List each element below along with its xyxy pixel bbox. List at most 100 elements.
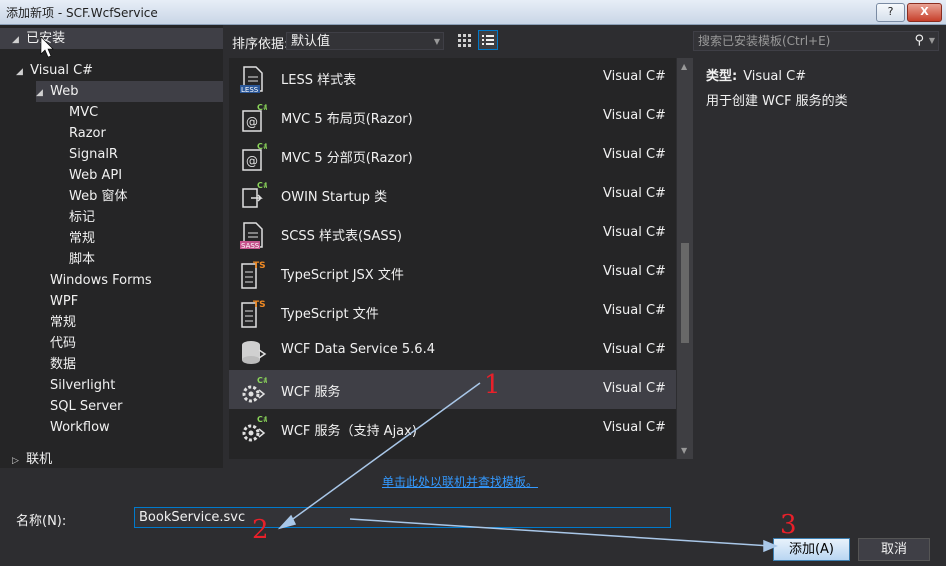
tree-item-category[interactable]: 常规 xyxy=(50,312,76,333)
sass-file-icon: SASS xyxy=(239,219,267,250)
tree-item-category[interactable]: WPF xyxy=(50,291,78,312)
tree-item-web-child[interactable]: Razor xyxy=(69,123,106,144)
template-item[interactable]: LESS LESS 样式表 Visual C# xyxy=(229,58,676,97)
wcf-service-icon: C# xyxy=(239,375,270,405)
template-language: Visual C# xyxy=(603,303,666,318)
search-icon[interactable]: ⚲ xyxy=(914,32,924,50)
tree-item-web[interactable]: ◢ Web xyxy=(36,81,223,102)
category-tree: ◢ 已安装 ◢ Visual C# ◢ Web MVC Razor SignalR W… xyxy=(0,25,223,468)
tree-item-category[interactable]: 代码 xyxy=(50,333,76,354)
template-item[interactable]: WCF Data Service 5.6.4 Visual C# xyxy=(229,331,676,370)
expand-arrow-icon: ◢ xyxy=(16,67,23,77)
template-item[interactable]: C# WCF 服务（支持 Ajax) Visual C# xyxy=(229,409,676,448)
svg-text:@: @ xyxy=(246,154,258,168)
template-language: Visual C# xyxy=(603,264,666,279)
wcf-service-icon: C# xyxy=(239,414,270,444)
razor-file-icon: @ C# xyxy=(239,102,270,132)
tree-item-category[interactable]: 数据 xyxy=(50,354,76,375)
scrollbar-thumb[interactable] xyxy=(681,243,689,343)
tree-item-web-child[interactable]: Web API xyxy=(69,165,122,186)
grid-view-button[interactable] xyxy=(454,30,474,50)
tree-item-category[interactable]: Workflow xyxy=(50,417,110,438)
svg-text:SASS: SASS xyxy=(241,242,260,250)
tree-item-installed[interactable]: ◢ 已安装 xyxy=(0,28,223,49)
search-input[interactable]: 搜索已安装模板(Ctrl+E) ⚲ ▼ xyxy=(693,31,939,51)
tree-item-web-child[interactable]: Web 窗体 xyxy=(69,186,127,207)
tree-item-web-child[interactable]: SignalR xyxy=(69,144,118,165)
list-view-button[interactable] xyxy=(478,30,498,50)
details-pane: 类型: Visual C# 用于创建 WCF 服务的类 xyxy=(698,58,943,459)
collapsed-arrow-icon: ▷ xyxy=(12,456,19,466)
tree-item-web-child[interactable]: MVC xyxy=(69,102,98,123)
title-bar: 添加新项 - SCF.WcfService ? X xyxy=(0,0,946,25)
template-type: 类型: Visual C# xyxy=(706,69,807,84)
sort-label: 排序依据: xyxy=(232,37,289,52)
template-item[interactable]: SASS SCSS 样式表(SASS) Visual C# xyxy=(229,214,676,253)
less-file-icon: LESS xyxy=(239,63,267,94)
razor-file-icon: @ C# xyxy=(239,141,270,171)
template-name: WCF 服务 xyxy=(281,385,341,400)
cancel-button[interactable]: 取消 xyxy=(858,538,930,561)
template-description: 用于创建 WCF 服务的类 xyxy=(706,94,848,109)
svg-text:C#: C# xyxy=(257,415,267,424)
template-language: Visual C# xyxy=(603,147,666,162)
scroll-down-icon[interactable]: ▼ xyxy=(681,446,687,455)
typescript-file-icon: TS xyxy=(239,297,267,328)
tree-item-category[interactable]: Windows Forms xyxy=(50,270,152,291)
template-language: Visual C# xyxy=(603,225,666,240)
close-button[interactable]: X xyxy=(907,3,942,22)
template-name: TypeScript 文件 xyxy=(281,307,379,322)
annotation-number-1: 1 xyxy=(484,370,501,400)
data-service-icon xyxy=(239,336,267,366)
svg-text:C#: C# xyxy=(257,181,267,190)
svg-text:C#: C# xyxy=(257,103,267,112)
chevron-down-icon: ▼ xyxy=(433,37,440,46)
template-item[interactable]: @ C# MVC 5 布局页(Razor) Visual C# xyxy=(229,97,676,136)
template-name: OWIN Startup 类 xyxy=(281,190,388,205)
name-input[interactable]: BookService.svc xyxy=(134,507,671,528)
template-item[interactable]: C# WCF 服务 Visual C# xyxy=(229,370,676,409)
template-name: WCF Data Service 5.6.4 xyxy=(281,342,435,357)
sort-select[interactable]: 默认值 ▼ xyxy=(286,32,444,50)
tree-item-visual-csharp[interactable]: ◢ Visual C# xyxy=(16,60,93,81)
template-name: WCF 服务（支持 Ajax) xyxy=(281,424,417,439)
template-list: LESS LESS 样式表 Visual C# @ C# MVC 5 布局页(Razor)… xyxy=(229,58,676,459)
grid-view-icon xyxy=(458,34,471,47)
name-label: 名称(N): xyxy=(16,514,67,529)
template-language: Visual C# xyxy=(603,420,666,435)
template-name: MVC 5 布局页(Razor) xyxy=(281,112,413,127)
tree-item-web-child[interactable]: 标记 xyxy=(69,207,95,228)
help-button[interactable]: ? xyxy=(876,3,905,22)
template-name: TypeScript JSX 文件 xyxy=(281,268,404,283)
list-view-icon xyxy=(482,35,494,45)
tree-item-category[interactable]: SQL Server xyxy=(50,396,123,417)
template-language: Visual C# xyxy=(603,342,666,357)
expand-arrow-icon: ◢ xyxy=(12,35,19,45)
template-item[interactable]: @ C# MVC 5 分部页(Razor) Visual C# xyxy=(229,136,676,175)
tree-item-web-child[interactable]: 常规 xyxy=(69,228,95,249)
annotation-number-2: 2 xyxy=(252,515,269,545)
svg-text:LESS: LESS xyxy=(241,86,259,94)
tree-item-category[interactable]: Silverlight xyxy=(50,375,115,396)
vertical-scrollbar[interactable]: ▲ ▼ xyxy=(677,58,693,459)
annotation-number-3: 3 xyxy=(780,510,797,540)
template-item[interactable]: C# OWIN Startup 类 Visual C# xyxy=(229,175,676,214)
template-language: Visual C# xyxy=(603,381,666,396)
add-button[interactable]: 添加(A) xyxy=(773,538,850,561)
expand-arrow-icon: ◢ xyxy=(36,88,43,98)
owin-class-icon: C# xyxy=(239,180,270,210)
template-name: SCSS 样式表(SASS) xyxy=(281,229,402,244)
svg-text:C#: C# xyxy=(257,142,267,151)
tree-item-web-child[interactable]: 脚本 xyxy=(69,249,95,270)
svg-text:@: @ xyxy=(246,115,258,129)
template-item[interactable]: TS TypeScript 文件 Visual C# xyxy=(229,292,676,331)
scroll-up-icon[interactable]: ▲ xyxy=(681,62,687,71)
tree-item-online[interactable]: ▷ 联机 xyxy=(12,449,52,470)
template-item[interactable]: TS TypeScript JSX 文件 Visual C# xyxy=(229,253,676,292)
template-name: LESS 样式表 xyxy=(281,73,357,88)
online-templates-link[interactable]: 单击此处以联机并查找模板。 xyxy=(382,473,538,490)
template-language: Visual C# xyxy=(603,69,666,84)
svg-text:TS: TS xyxy=(253,261,266,271)
template-name: MVC 5 分部页(Razor) xyxy=(281,151,413,166)
chevron-down-icon[interactable]: ▼ xyxy=(929,32,935,50)
